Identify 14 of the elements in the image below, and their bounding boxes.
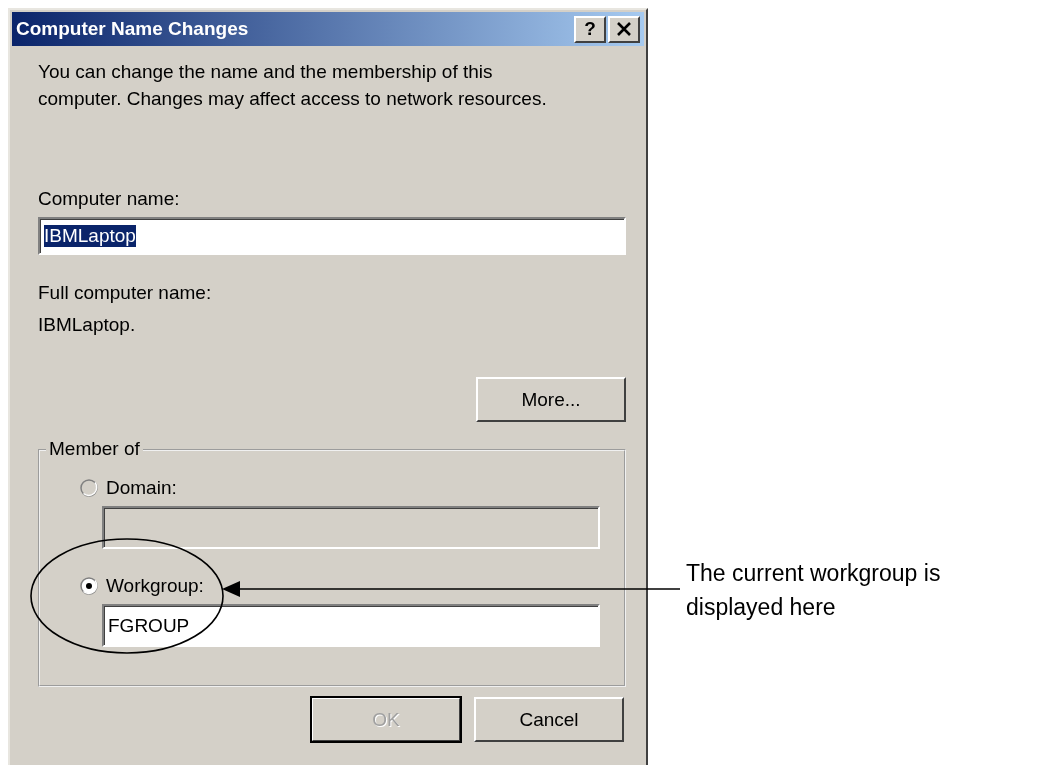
field-value: IBMLaptop	[44, 225, 136, 247]
annotation-text: The current workgroup is displayed here	[686, 559, 942, 622]
radio-label: Domain:	[106, 476, 177, 500]
field-label: Computer name:	[38, 187, 181, 211]
dialog-button[interactable]: Cancel	[474, 697, 624, 742]
computer-name-field[interactable]: IBMLaptop	[38, 217, 626, 255]
description-text: You can change the name and the membership of this computer. Changes may affect access to network resources.	[38, 60, 548, 111]
more-button[interactable]: More...	[476, 377, 626, 422]
info-label: Full computer name:	[38, 281, 213, 305]
help-button[interactable]: ?	[574, 15, 606, 43]
radio-label: Workgroup:	[106, 574, 204, 598]
input-field[interactable]: FGROUP	[102, 604, 600, 647]
full-computer-name: IBMLaptop.	[38, 313, 137, 337]
window-title: Computer Name Changes	[16, 18, 249, 40]
